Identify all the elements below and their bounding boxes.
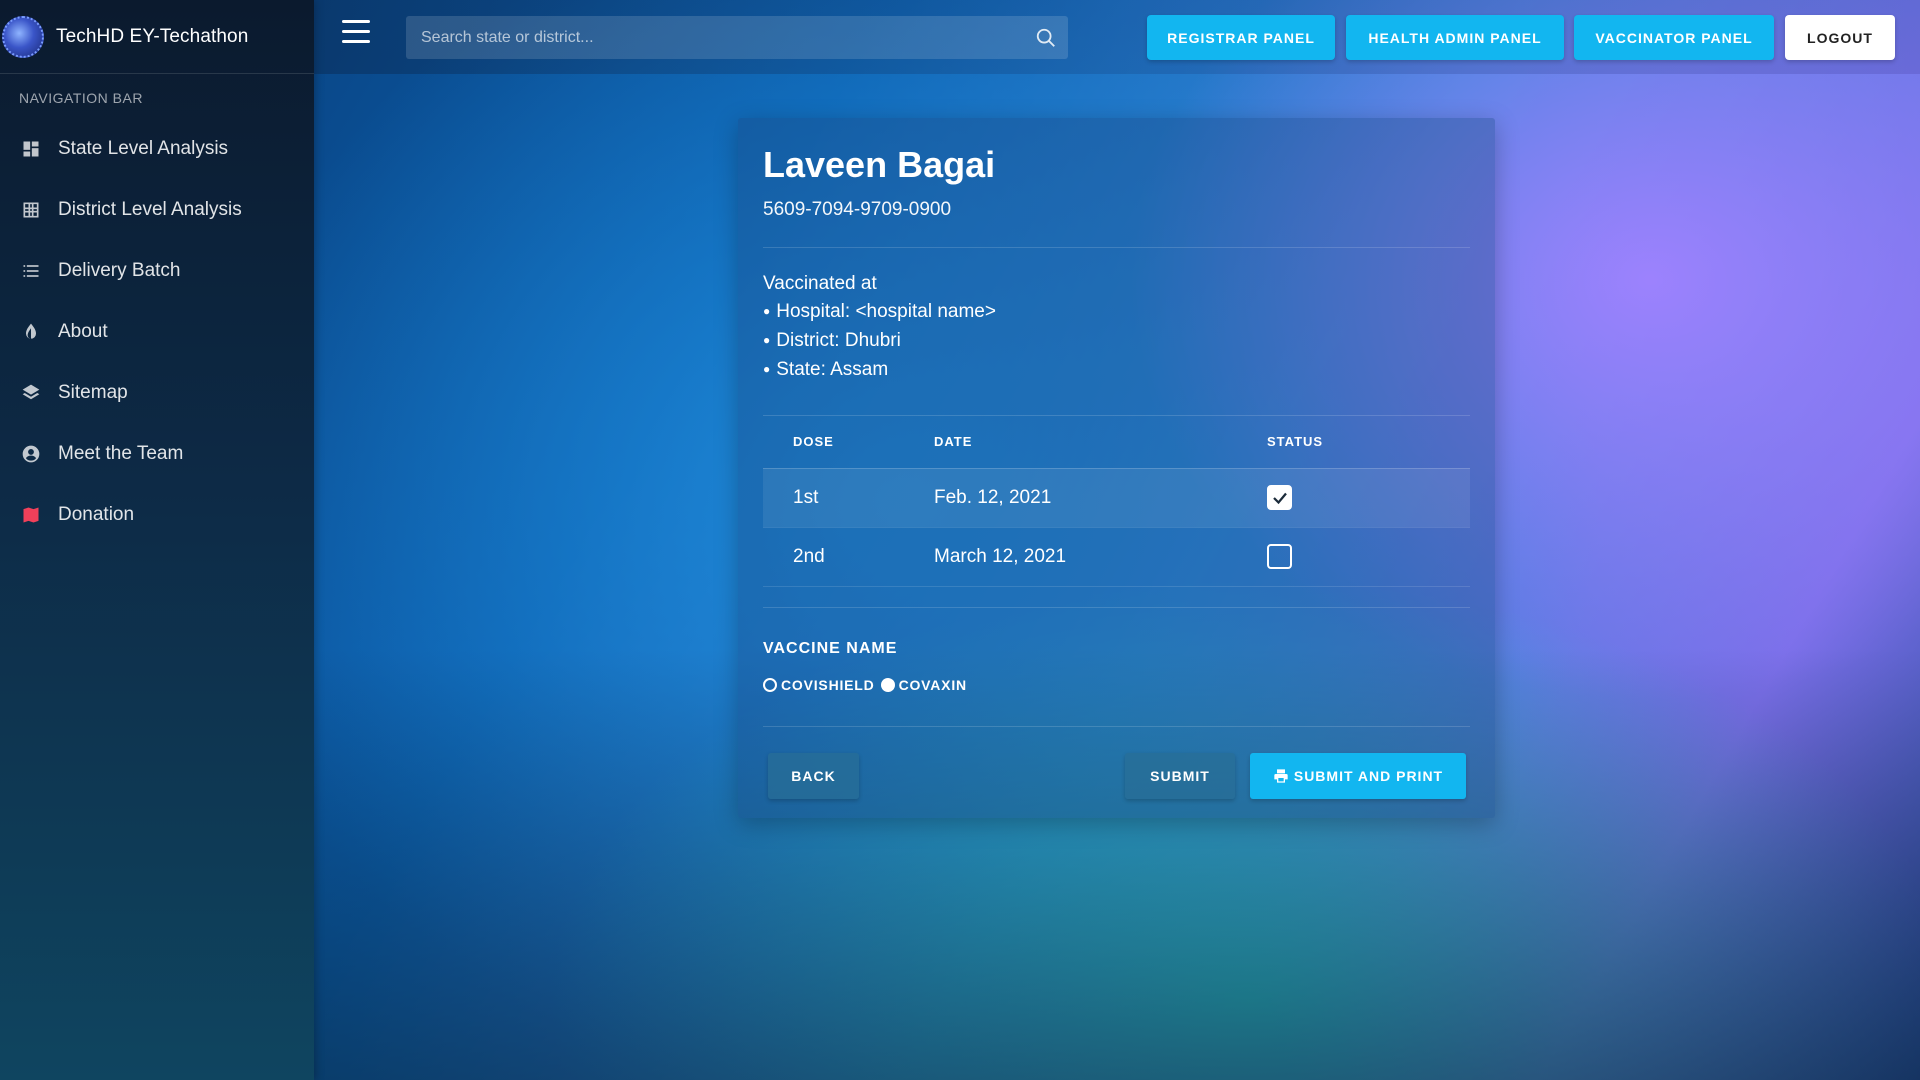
column-header-date: DATE — [934, 416, 1267, 469]
logout-button[interactable]: LOGOUT — [1785, 15, 1895, 60]
radio-label-covaxin: COVAXIN — [898, 676, 967, 693]
radio-covaxin[interactable] — [880, 677, 895, 692]
dose-cell: 2nd — [763, 527, 934, 587]
date-cell: Feb. 12, 2021 — [934, 468, 1267, 528]
menu-toggle-icon[interactable] — [342, 20, 372, 50]
hospital-text: Hospital: <hospital name> — [776, 301, 996, 322]
search-input[interactable] — [406, 16, 1024, 59]
table-row: 2nd March 12, 2021 — [763, 527, 1470, 587]
sidebar-item-label: Donation — [58, 503, 135, 525]
date-cell: March 12, 2021 — [934, 527, 1267, 587]
patient-id: 5609-7094-9709-0900 — [763, 199, 952, 220]
sidebar-item-label: Meet the Team — [58, 442, 184, 464]
dashboard-icon — [20, 138, 42, 160]
brand-title: TechHD EY-Techathon — [56, 25, 249, 47]
patient-name: Laveen Bagai — [763, 144, 996, 185]
sidebar-item-label: District Level Analysis — [58, 198, 242, 220]
radio-label-covishield: COVISHIELD — [781, 676, 875, 693]
district-text: District: Dhubri — [776, 330, 901, 351]
table-header-row: DOSE DATE STATUS — [763, 416, 1470, 469]
list-icon — [20, 260, 42, 282]
state-text: State: Assam — [776, 359, 889, 380]
registrar-panel-button[interactable]: REGISTRAR PANEL — [1147, 15, 1335, 60]
sidebar-item-sitemap[interactable]: Sitemap — [0, 362, 314, 423]
dose-table: DOSE DATE STATUS 1st Feb. 12, 2021 2nd M… — [763, 416, 1470, 587]
submit-and-print-button[interactable]: SUBMIT AND PRINT — [1250, 752, 1466, 799]
search-bar — [406, 16, 1068, 59]
vaccination-card: Laveen Bagai 5609-7094-9709-0900 Vaccina… — [738, 118, 1495, 818]
sidebar-item-label: About — [58, 320, 108, 342]
sidebar: TechHD EY-Techathon NAVIGATION BAR State… — [0, 0, 314, 1080]
check-icon — [1272, 492, 1287, 504]
search-icon[interactable] — [1024, 16, 1068, 59]
sidebar-item-district-level-analysis[interactable]: District Level Analysis — [0, 179, 314, 240]
sidebar-item-label: Sitemap — [58, 381, 128, 403]
sidebar-item-meet-the-team[interactable]: Meet the Team — [0, 423, 314, 484]
health-admin-panel-button[interactable]: HEALTH ADMIN PANEL — [1346, 15, 1564, 60]
divider — [763, 247, 1470, 248]
brand[interactable]: TechHD EY-Techathon — [0, 0, 314, 74]
vaccinated-heading: Vaccinated at — [763, 273, 877, 294]
grid-icon — [20, 199, 42, 221]
sidebar-item-donation[interactable]: Donation — [0, 484, 314, 545]
status-checkbox[interactable] — [1267, 544, 1292, 569]
vaccine-name-label: VACCINE NAME — [763, 639, 898, 657]
column-header-dose: DOSE — [763, 416, 934, 469]
sidebar-item-delivery-batch[interactable]: Delivery Batch — [0, 240, 314, 301]
nav-heading: NAVIGATION BAR — [19, 90, 143, 106]
status-cell — [1267, 527, 1470, 587]
sidebar-item-label: Delivery Batch — [58, 259, 181, 281]
vaccination-location: Vaccinated at Hospital: <hospital name> … — [763, 270, 1470, 385]
dose-cell: 1st — [763, 468, 934, 528]
table-row: 1st Feb. 12, 2021 — [763, 468, 1470, 528]
state-line: State: Assam — [763, 356, 1470, 385]
status-checkbox[interactable] — [1267, 485, 1292, 510]
back-button[interactable]: BACK — [768, 752, 859, 799]
submit-and-print-label: SUBMIT AND PRINT — [1293, 767, 1444, 784]
top-bar: REGISTRAR PANEL HEALTH ADMIN PANEL VACCI… — [314, 0, 1920, 74]
district-line: District: Dhubri — [763, 327, 1470, 356]
column-header-status: STATUS — [1267, 416, 1470, 469]
contrast-icon — [20, 321, 42, 343]
layers-icon — [20, 382, 42, 404]
divider — [763, 606, 1470, 608]
submit-button[interactable]: SUBMIT — [1125, 752, 1235, 799]
sidebar-item-label: State Level Analysis — [58, 137, 229, 159]
vaccine-radio-group: COVISHIELD COVAXIN — [763, 674, 1470, 696]
status-cell — [1267, 468, 1470, 528]
vaccinator-panel-button[interactable]: VACCINATOR PANEL — [1574, 15, 1774, 60]
map-icon — [20, 504, 42, 526]
sidebar-item-about[interactable]: About — [0, 301, 314, 362]
radio-covishield[interactable] — [763, 677, 777, 692]
hospital-line: Hospital: <hospital name> — [763, 298, 1470, 327]
brand-logo — [2, 15, 44, 58]
printer-icon — [1274, 768, 1288, 783]
user-circle-icon — [20, 443, 42, 465]
card-actions: BACK SUBMIT SUBMIT AND PRINT — [763, 727, 1470, 829]
sidebar-item-state-level-analysis[interactable]: State Level Analysis — [0, 118, 314, 179]
